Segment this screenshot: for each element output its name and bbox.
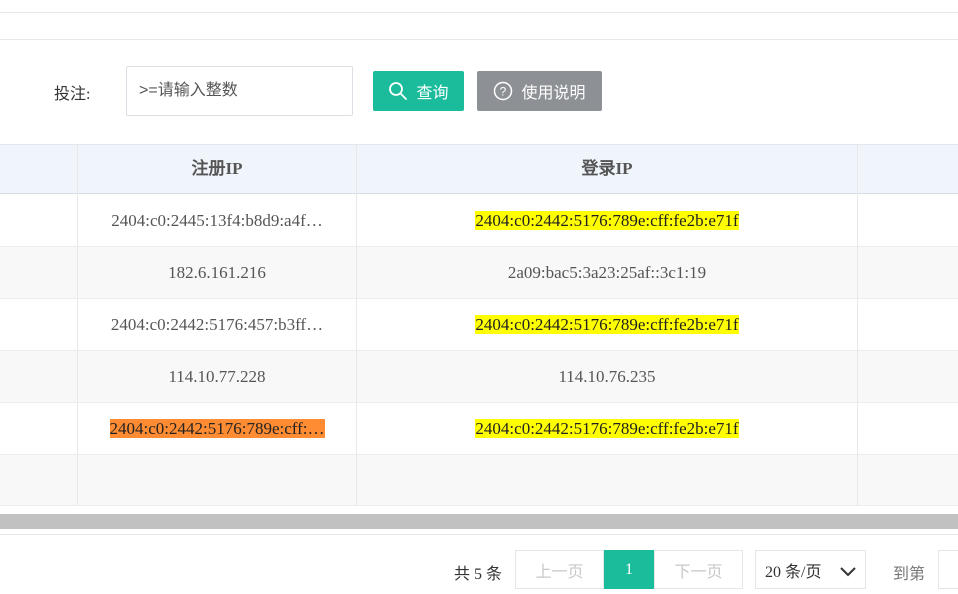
register-ip-cell: 2404:c0:2442:5176:789e:cff:…	[78, 403, 356, 454]
horizontal-scrollbar[interactable]	[0, 514, 958, 529]
login-ip-text: 114.10.76.235	[558, 367, 656, 386]
query-button[interactable]: 查询	[373, 71, 464, 111]
table-header: 注册IP 登录IP	[0, 144, 958, 194]
query-button-label: 查询	[416, 85, 449, 102]
login-ip-text: 2404:c0:2442:5176:789e:cff:fe2b:e71f	[475, 419, 739, 438]
register-ip-cell: 2404:c0:2445:13f4:b8d9:a4f…	[78, 195, 356, 246]
login-ip-cell: 2404:c0:2442:5176:789e:cff:fe2b:e71f	[357, 299, 857, 350]
register-ip-cell: 2404:c0:2442:5176:457:b3ff…	[78, 299, 356, 350]
register-ip-cell: 182.6.161.216	[78, 247, 356, 298]
column-header-register-ip[interactable]: 注册IP	[78, 145, 356, 193]
page-1-button[interactable]: 1	[604, 550, 654, 589]
bet-amount-input[interactable]	[126, 66, 353, 116]
column-header-login-ip[interactable]: 登录IP	[357, 145, 857, 193]
svg-text:?: ?	[500, 85, 507, 99]
bet-filter-label: 投注:	[54, 86, 91, 103]
help-button-label: 使用说明	[521, 85, 586, 102]
register-ip-text: 2404:c0:2445:13f4:b8d9:a4f…	[111, 211, 323, 230]
register-ip-text: 114.10.77.228	[168, 367, 266, 386]
total-count: 共 5 条	[454, 566, 503, 583]
divider	[0, 39, 958, 40]
prev-page-button[interactable]: 上一页	[515, 550, 604, 589]
table-row: 2404:c0:2445:13f4:b8d9:a4f… 2404:c0:2442…	[0, 195, 958, 247]
page-size-value: 20 条/页	[765, 563, 822, 581]
chevron-down-icon	[839, 562, 857, 580]
top-band	[0, 0, 958, 40]
table-row-empty	[0, 455, 958, 506]
search-icon	[388, 81, 408, 101]
table-row: 2404:c0:2442:5176:457:b3ff… 2404:c0:2442…	[0, 299, 958, 351]
table-row: 182.6.161.216 2a09:bac5:3a23:25af::3c1:1…	[0, 247, 958, 299]
next-page-button[interactable]: 下一页	[654, 550, 743, 589]
divider	[0, 534, 958, 535]
login-ip-text: 2a09:bac5:3a23:25af::3c1:19	[507, 263, 707, 282]
login-ip-cell: 2404:c0:2442:5176:789e:cff:fe2b:e71f	[357, 403, 857, 454]
column-divider	[857, 144, 858, 506]
table-row: 114.10.77.228 114.10.76.235	[0, 351, 958, 403]
goto-page-label: 到第	[893, 566, 926, 583]
login-ip-cell: 2a09:bac5:3a23:25af::3c1:19	[357, 247, 857, 298]
register-ip-text: 182.6.161.216	[168, 263, 266, 282]
register-ip-text: 2404:c0:2442:5176:457:b3ff…	[110, 315, 324, 334]
login-ip-text: 2404:c0:2442:5176:789e:cff:fe2b:e71f	[475, 211, 739, 230]
table-row: 2404:c0:2442:5176:789e:cff:… 2404:c0:244…	[0, 403, 958, 455]
register-ip-cell: 114.10.77.228	[78, 351, 356, 402]
question-circle-icon: ?	[493, 81, 513, 101]
page-size-select[interactable]: 20 条/页	[755, 550, 866, 589]
divider	[0, 12, 958, 13]
goto-page-input[interactable]	[938, 550, 958, 589]
login-ip-cell: 2404:c0:2442:5176:789e:cff:fe2b:e71f	[357, 195, 857, 246]
login-ip-text: 2404:c0:2442:5176:789e:cff:fe2b:e71f	[475, 315, 739, 334]
login-ip-cell: 114.10.76.235	[357, 351, 857, 402]
column-divider	[77, 144, 78, 506]
help-button[interactable]: ? 使用说明	[477, 71, 602, 111]
column-divider	[356, 144, 357, 506]
register-ip-text: 2404:c0:2442:5176:789e:cff:…	[109, 419, 325, 438]
